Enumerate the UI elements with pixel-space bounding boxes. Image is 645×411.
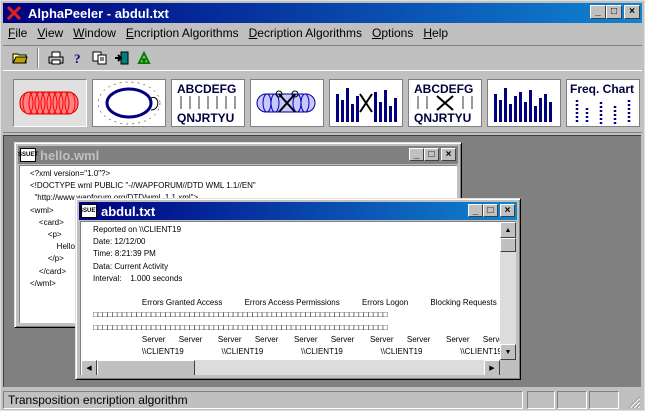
scroll-down-button[interactable]: ▼ (500, 344, 516, 360)
maximize-button[interactable]: □ (606, 5, 622, 19)
text-line: □□□□□□□□□□□□□□□□□□□□□□□□□□□□□□□□□□□□□□□□… (93, 322, 388, 332)
text-line: Errors Granted Access Errors Access Perm… (93, 298, 497, 308)
horizontal-scroll-thumb[interactable] (97, 360, 195, 375)
hello-maximize-button[interactable]: □ (424, 148, 439, 161)
abdul-txt-content[interactable]: Reported on \\CLIENT19 Date: 12/12/00 Time… (80, 221, 516, 375)
window-title: AlphaPeeler - abdul.txt (28, 5, 169, 21)
title-bar[interactable]: AlphaPeeler - abdul.txt _ □ × (3, 3, 642, 23)
menu-item-help[interactable]: Help (418, 26, 453, 40)
text-line: Reported on \\CLIENT19 (93, 225, 182, 234)
text-line: Data: Current Activity (93, 261, 169, 271)
text-line: \\CLIENT19 \\CLIENT19 \\CLIENT19 \\CLIEN… (93, 346, 503, 356)
open-folder-icon[interactable] (9, 47, 31, 69)
bars-scissors-icon (336, 88, 397, 122)
scroll-right-button[interactable]: ▶ (484, 360, 500, 375)
freq-chart-icon: Freq. Chart (570, 82, 634, 124)
vertical-scrollbar[interactable]: ▲ ▼ (500, 222, 516, 360)
app-logo-icon (6, 5, 22, 21)
document-icon: SSUET (18, 148, 38, 162)
text-line: Date: 12/12/00 (93, 237, 146, 247)
status-bar: Transposition encription algorithm (3, 389, 642, 410)
cipher-bottom-text: QNJRTYU (414, 111, 471, 125)
substitution-scissors-icon: ABCDEFG QNJRTYU (414, 82, 473, 125)
mdi-client-area: SSUET hello.wml _ □ × <?xml version="1.0… (3, 135, 641, 387)
menu-item-encription-algorithms[interactable]: Encription Algorithms (121, 26, 244, 40)
abdul-minimize-button[interactable]: _ (468, 204, 483, 217)
resize-grip-icon[interactable] (621, 391, 641, 409)
algo-bars-button[interactable] (487, 79, 561, 127)
text-line: Time: 8:21:39 PM (93, 249, 156, 259)
algo-ring-button[interactable] (92, 79, 166, 127)
text-line: Server Server Server Server Server Serve… (93, 334, 503, 344)
abdul-txt-window[interactable]: SSUET abdul.txt _ □ × Reported on \\CLIE… (75, 198, 521, 380)
toolbar: ? (3, 45, 642, 71)
help-icon[interactable]: ? (67, 47, 89, 69)
recycle-icon[interactable] (133, 47, 155, 69)
scroll-corner (500, 360, 516, 375)
scroll-up-button[interactable]: ▲ (500, 222, 516, 238)
abdul-text-area[interactable]: Reported on \\CLIENT19 Date: 12/12/00 Time… (93, 224, 503, 358)
menu-item-view[interactable]: View (32, 26, 68, 40)
copy-icon[interactable] (89, 47, 111, 69)
abdul-close-button[interactable]: × (500, 204, 515, 217)
cipher-top-text: ABCDEFG (414, 82, 473, 96)
hello-minimize-button[interactable]: _ (409, 148, 424, 161)
algo-substitution-cut-button[interactable]: ABCDEFG QNJRTYU (408, 79, 482, 127)
bars-icon (494, 88, 552, 122)
coil-scissors-icon (256, 90, 316, 113)
main-window: AlphaPeeler - abdul.txt _ □ × File View Wi… (0, 0, 645, 411)
freq-chart-label: Freq. Chart (570, 82, 634, 96)
scroll-left-button[interactable]: ◀ (81, 360, 97, 375)
status-pane-4 (589, 390, 619, 409)
coil-icon (19, 91, 79, 115)
algo-coil-button[interactable] (13, 79, 87, 127)
algorithm-toolbar: ABCDEFG QNJRTYU ABCDEFG QNJRTYU Freq. Ch… (3, 73, 642, 133)
toolbar-separator (37, 48, 39, 68)
status-pane-3 (557, 390, 587, 409)
abdul-maximize-button[interactable]: □ (483, 204, 498, 217)
text-line: Interval: 1.000 seconds (93, 273, 183, 283)
code-line: <?xml version="1.0"?> (30, 169, 111, 178)
hello-wml-titlebar[interactable]: SSUET hello.wml _ □ × (18, 146, 458, 164)
algo-coil-cut-button[interactable] (250, 79, 324, 127)
algo-bars-cut-button[interactable] (329, 79, 403, 127)
menu-item-window[interactable]: Window (68, 26, 121, 40)
text-line: □□□□□□□□□□□□□□□□□□□□□□□□□□□□□□□□□□□□□□□□… (93, 310, 388, 320)
hello-close-button[interactable]: × (441, 148, 456, 161)
hello-wml-title: hello.wml (40, 147, 100, 163)
cipher-top-text: ABCDEFG (177, 82, 236, 96)
letter-ring-icon (97, 81, 161, 125)
horizontal-scrollbar[interactable]: ◀ ▶ (81, 360, 500, 375)
abdul-txt-title: abdul.txt (101, 203, 156, 219)
text-line (93, 285, 503, 297)
menu-item-options[interactable]: Options (367, 26, 418, 40)
abdul-txt-titlebar[interactable]: SSUET abdul.txt _ □ × (79, 202, 517, 220)
cipher-bottom-text: QNJRTYU (177, 111, 234, 125)
status-pane-2 (527, 390, 555, 409)
menu-item-file[interactable]: File (3, 26, 32, 40)
export-icon[interactable] (111, 47, 133, 69)
print-icon[interactable] (45, 47, 67, 69)
code-line: <!DOCTYPE wml PUBLIC "-//WAPFORUM//DTD W… (30, 181, 256, 191)
status-text: Transposition encription algorithm (3, 390, 523, 409)
document-icon: SSUET (79, 204, 99, 218)
menu-bar: File View Window Encription Algorithms Decri… (3, 23, 642, 43)
svg-text:?: ? (74, 51, 81, 65)
algo-substitution-button[interactable]: ABCDEFG QNJRTYU (171, 79, 245, 127)
menu-item-decription-algorithms[interactable]: Decription Algorithms (244, 26, 367, 40)
substitution-icon: ABCDEFG QNJRTYU (177, 82, 236, 125)
minimize-button[interactable]: _ (590, 5, 606, 19)
algo-freq-chart-button[interactable]: Freq. Chart (566, 79, 640, 127)
vertical-scroll-thumb[interactable] (500, 238, 516, 252)
close-button[interactable]: × (624, 5, 640, 19)
